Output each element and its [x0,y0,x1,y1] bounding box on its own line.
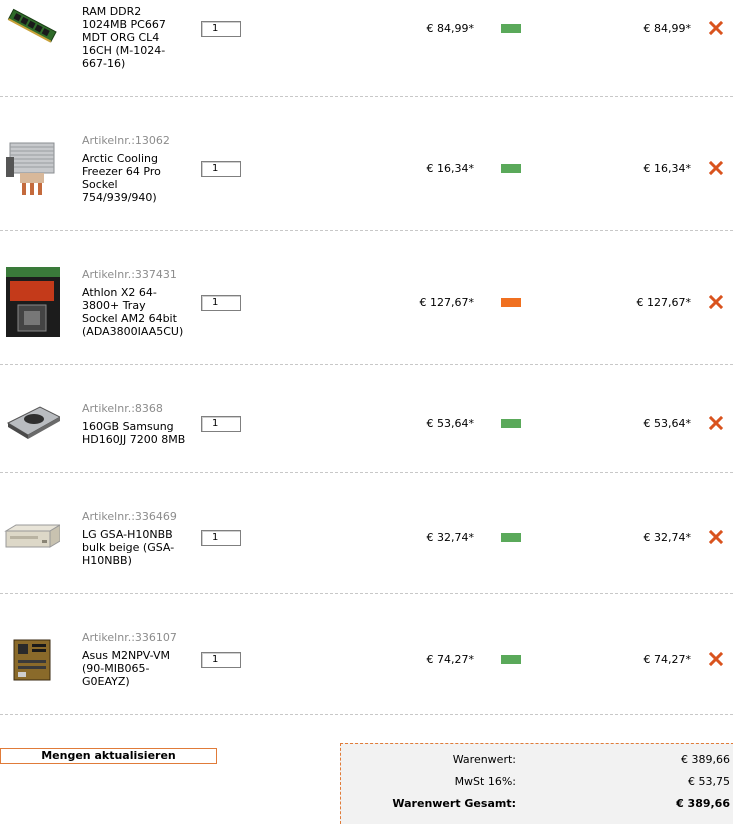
remove-x-icon[interactable] [708,415,724,431]
subtotal-value: € 389,66 [681,753,730,766]
line-total: € 84,99* [643,22,692,35]
article-number: Artikelnr.:337431 [82,268,177,281]
unit-price: € 84,99* [426,22,475,35]
quantity-input[interactable] [201,530,241,546]
product-name[interactable]: Athlon X2 64- 3800+ Tray Sockel AM2 64bi… [82,286,198,338]
unit-price: € 16,34* [426,162,475,175]
row-divider [0,230,733,231]
grand-total-label: Warenwert Gesamt: [392,797,516,810]
unit-price: € 127,67* [419,296,474,309]
line-total: € 53,64* [643,417,692,430]
remove-x-icon[interactable] [708,529,724,545]
article-number: Artikelnr.:336107 [82,631,177,644]
availability-indicator [501,533,521,542]
row-divider [0,714,733,715]
quantity-input[interactable] [201,652,241,668]
tax-label: MwSt 16%: [454,775,516,788]
grand-total-value: € 389,66 [676,797,730,810]
optical-drive-icon[interactable] [4,523,60,585]
order-summary: Warenwert: € 389,66 MwSt 16%: € 53,75 Wa… [340,743,733,824]
cpu-box-icon[interactable] [4,265,60,337]
availability-indicator [501,298,521,307]
line-total: € 32,74* [643,531,692,544]
hard-drive-icon[interactable] [4,401,60,463]
quantity-input[interactable] [201,416,241,432]
availability-indicator [501,655,521,664]
unit-price: € 74,27* [426,653,475,666]
article-number: Artikelnr.:13062 [82,134,170,147]
unit-price: € 53,64* [426,417,475,430]
row-divider [0,364,733,365]
product-name[interactable]: 160GB Samsung HD160JJ 7200 8MB [82,420,198,446]
row-divider [0,96,733,97]
tax-value: € 53,75 [688,775,730,788]
line-total: € 74,27* [643,653,692,666]
motherboard-icon[interactable] [4,638,60,700]
subtotal-label: Warenwert: [452,753,516,766]
ram-module-icon[interactable] [4,6,60,68]
quantity-input[interactable] [201,295,241,311]
quantity-input[interactable] [201,21,241,37]
product-name[interactable]: RAM DDR2 1024MB PC667 MDT ORG CL4 16CH (… [82,5,198,70]
product-name[interactable]: LG GSA-H10NBB bulk beige (GSA- H10NBB) [82,528,198,567]
product-name[interactable]: Asus M2NPV-VM (90-MIB065- G0EAYZ) [82,649,198,688]
cpu-cooler-icon[interactable] [4,137,60,199]
availability-indicator [501,24,521,33]
article-number: Artikelnr.:8368 [82,402,163,415]
row-divider [0,472,733,473]
article-number: Artikelnr.:336469 [82,510,177,523]
line-total: € 127,67* [636,296,691,309]
unit-price: € 32,74* [426,531,475,544]
remove-x-icon[interactable] [708,20,724,36]
availability-indicator [501,419,521,428]
remove-x-icon[interactable] [708,651,724,667]
remove-x-icon[interactable] [708,294,724,310]
update-quantities-button[interactable]: Mengen aktualisieren [0,748,217,764]
availability-indicator [501,164,521,173]
line-total: € 16,34* [643,162,692,175]
remove-x-icon[interactable] [708,160,724,176]
quantity-input[interactable] [201,161,241,177]
product-name[interactable]: Arctic Cooling Freezer 64 Pro Sockel 754… [82,152,198,204]
row-divider [0,593,733,594]
